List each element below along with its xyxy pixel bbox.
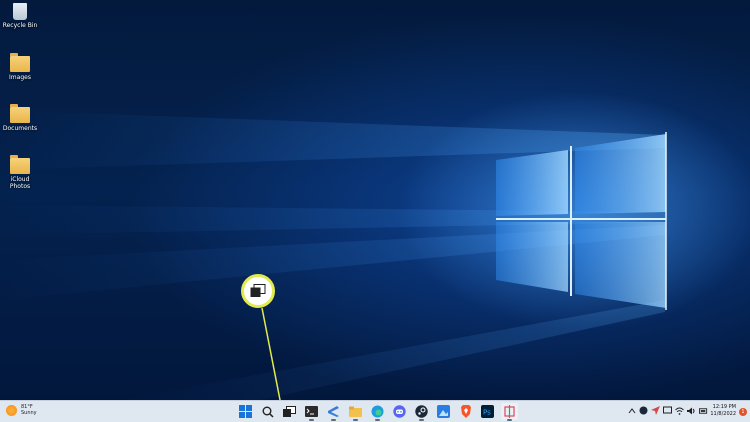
folder-icon	[349, 406, 362, 417]
sun-icon	[6, 404, 17, 416]
callout-magnifier	[241, 274, 275, 308]
chevron-up-icon[interactable]	[627, 406, 636, 415]
edge-button[interactable]	[369, 403, 386, 421]
display-icon[interactable]	[663, 406, 672, 415]
desktop-icon-label: Recycle Bin	[2, 22, 38, 29]
system-tray	[627, 406, 708, 415]
photos-button[interactable]	[435, 403, 452, 420]
photoshop-button[interactable]: Ps	[479, 403, 496, 420]
desktop-icon-label: Documents	[2, 125, 38, 132]
windows-logo-icon	[239, 405, 252, 418]
task-view-icon	[283, 406, 296, 417]
folder-icon	[10, 155, 30, 174]
brave-button[interactable]	[457, 403, 474, 420]
notification-badge[interactable]: 1	[739, 408, 747, 416]
terminal-icon	[305, 406, 318, 417]
discord-button[interactable]	[391, 403, 408, 420]
weather-condition: Sunny	[21, 410, 37, 416]
discord-icon	[393, 405, 406, 418]
desktop-icon-icloud-photos[interactable]: iCloud Photos	[2, 155, 38, 190]
task-view-button[interactable]	[281, 403, 298, 420]
search-icon	[262, 406, 274, 418]
battery-icon[interactable]	[699, 406, 708, 415]
desktop: Recycle Bin Images Documents iCloud Phot…	[0, 0, 750, 422]
clock-time: 12:19 PM	[712, 404, 736, 410]
recycle-bin-icon	[13, 3, 27, 20]
weather-widget[interactable]: 81°F Sunny	[6, 404, 37, 416]
search-button[interactable]	[259, 403, 276, 420]
steam-icon	[415, 405, 428, 418]
folder-icon	[10, 104, 30, 123]
clock[interactable]: 12:19 PM 11/8/2022	[710, 404, 736, 418]
photoshop-icon: Ps	[481, 405, 494, 418]
task-view-icon	[250, 284, 266, 297]
code-editor-button[interactable]	[325, 403, 342, 421]
steam-button[interactable]	[413, 403, 430, 421]
snipping-tool-button[interactable]	[501, 403, 518, 421]
send-icon[interactable]	[651, 406, 660, 415]
wifi-icon[interactable]	[675, 406, 684, 415]
taskbar: 81°F Sunny Ps 12:19 PM 11/8/2022 1	[0, 400, 750, 422]
folder-icon	[10, 53, 30, 72]
weather-text: 81°F Sunny	[21, 404, 37, 416]
volume-icon[interactable]	[687, 406, 696, 415]
code-editor-icon	[328, 406, 339, 417]
snipping-tool-icon	[504, 405, 515, 418]
wallpaper-light-beams	[0, 110, 667, 400]
desktop-icon-documents[interactable]: Documents	[2, 104, 38, 132]
photoshop-label: Ps	[483, 409, 491, 417]
terminal-button[interactable]	[303, 403, 320, 421]
start-button[interactable]	[237, 403, 254, 420]
desktop-icon-recycle-bin[interactable]: Recycle Bin	[2, 3, 38, 29]
clock-date: 11/8/2022	[710, 411, 736, 417]
edge-icon	[371, 405, 384, 418]
steam-tray-icon[interactable]	[639, 406, 648, 415]
desktop-icon-images[interactable]: Images	[2, 53, 38, 81]
desktop-icon-label: iCloud Photos	[9, 176, 31, 190]
taskbar-apps: Ps	[237, 403, 518, 421]
photos-icon	[437, 405, 450, 418]
desktop-icon-label: Images	[9, 74, 31, 81]
brave-icon	[460, 405, 471, 418]
file-explorer-button[interactable]	[347, 403, 364, 421]
